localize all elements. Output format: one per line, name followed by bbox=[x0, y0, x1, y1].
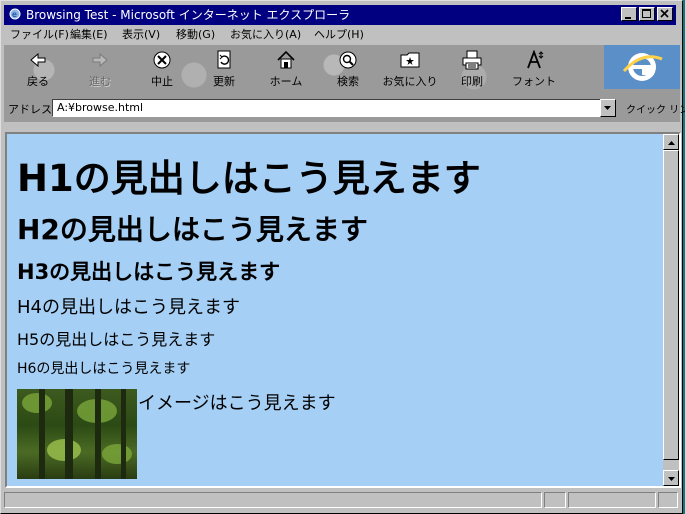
minimize-button[interactable] bbox=[621, 7, 637, 21]
print-button[interactable]: 印刷 bbox=[444, 48, 500, 94]
menu-view[interactable]: 表示(V) bbox=[122, 26, 160, 44]
home-button[interactable]: ホーム bbox=[258, 48, 314, 94]
scroll-down-icon bbox=[668, 477, 675, 481]
forward-arrow-icon bbox=[92, 52, 108, 68]
print-icon bbox=[462, 50, 482, 70]
page-content: H1の見出しはこう見えます H2の見出しはこう見えます H3の見出しはこう見えま… bbox=[7, 134, 661, 486]
svg-text:e: e bbox=[12, 10, 17, 19]
forward-label: 進む bbox=[89, 75, 111, 88]
home-icon bbox=[277, 50, 295, 69]
heading-h2: H2の見出しはこう見えます bbox=[17, 213, 368, 246]
search-label: 検索 bbox=[337, 75, 359, 88]
ie-app-icon: e bbox=[9, 8, 21, 20]
window-title: Browsing Test - Microsoft インターネット エクスプロー… bbox=[26, 8, 351, 22]
vertical-scrollbar[interactable] bbox=[663, 134, 679, 486]
heading-h6: H6の見出しはこう見えます bbox=[17, 361, 191, 377]
status-bar bbox=[4, 490, 680, 510]
close-button[interactable] bbox=[657, 7, 673, 21]
image-caption: イメージはこう見えます bbox=[138, 393, 336, 414]
maximize-icon bbox=[642, 9, 651, 18]
address-input[interactable]: A:¥browse.html bbox=[52, 99, 616, 117]
address-label: アドレス bbox=[8, 103, 52, 116]
scroll-up-icon bbox=[668, 141, 675, 145]
ie-logo[interactable] bbox=[604, 45, 680, 89]
favorites-button[interactable]: お気に入り bbox=[382, 48, 438, 94]
status-text-panel bbox=[4, 492, 542, 508]
menu-go[interactable]: 移動(G) bbox=[176, 26, 215, 44]
print-label: 印刷 bbox=[461, 75, 483, 88]
address-dropdown-button[interactable] bbox=[600, 99, 616, 117]
heading-h3: H3の見出しはこう見えます bbox=[17, 260, 281, 284]
back-arrow-icon bbox=[30, 52, 46, 68]
menu-favorites[interactable]: お気に入り(A) bbox=[230, 26, 301, 44]
favorites-label: お気に入り bbox=[382, 75, 438, 88]
address-bar: アドレス A:¥browse.html クイック リンク bbox=[4, 96, 685, 122]
font-button[interactable]: フォント bbox=[506, 48, 562, 94]
scroll-thumb[interactable] bbox=[663, 150, 679, 460]
menu-file[interactable]: ファイル(F) bbox=[10, 26, 69, 44]
refresh-label: 更新 bbox=[213, 75, 235, 88]
status-panel-4 bbox=[658, 492, 678, 508]
menu-edit[interactable]: 編集(E) bbox=[70, 26, 108, 44]
forward-button[interactable]: 進む bbox=[72, 48, 128, 94]
heading-h5: H5の見出しはこう見えます bbox=[17, 330, 216, 349]
home-label: ホーム bbox=[269, 75, 303, 88]
quick-links-button[interactable]: クイック リンク bbox=[626, 101, 685, 116]
search-icon bbox=[339, 51, 357, 69]
back-button[interactable]: 戻る bbox=[10, 48, 66, 94]
address-value: A:¥browse.html bbox=[57, 101, 144, 114]
status-panel-3 bbox=[568, 492, 656, 508]
refresh-icon bbox=[217, 50, 231, 69]
heading-h1: H1の見出しはこう見えます bbox=[17, 157, 481, 200]
close-icon bbox=[660, 9, 669, 18]
menu-bar: ファイル(F) 編集(E) 表示(V) 移動(G) お気に入り(A) ヘルプ(H… bbox=[4, 26, 676, 44]
favorites-icon bbox=[400, 52, 420, 68]
font-icon bbox=[527, 50, 544, 69]
scroll-down-button[interactable] bbox=[663, 470, 679, 486]
heading-h4: H4の見出しはこう見えます bbox=[17, 297, 240, 318]
stop-icon bbox=[153, 51, 171, 69]
maximize-button[interactable] bbox=[639, 7, 655, 21]
content-viewport: H1の見出しはこう見えます H2の見出しはこう見えます H3の見出しはこう見えま… bbox=[5, 132, 681, 488]
title-bar[interactable]: e Browsing Test - Microsoft インターネット エクスプ… bbox=[4, 5, 676, 25]
status-panel-2 bbox=[544, 492, 566, 508]
forest-image bbox=[17, 389, 137, 479]
search-button[interactable]: 検索 bbox=[320, 48, 376, 94]
minimize-icon bbox=[625, 17, 631, 19]
ie-logo-icon bbox=[622, 53, 663, 81]
scroll-up-button[interactable] bbox=[663, 134, 679, 150]
chevron-down-icon bbox=[604, 106, 611, 110]
stop-button[interactable]: 中止 bbox=[134, 48, 190, 94]
font-label: フォント bbox=[512, 75, 556, 88]
menu-help[interactable]: ヘルプ(H) bbox=[314, 26, 364, 44]
toolbar: 戻る 進む 中止 更新 ホーム 検索 お気に入り 印刷 フォント bbox=[4, 45, 680, 99]
stop-label: 中止 bbox=[151, 75, 173, 88]
browser-window: e Browsing Test - Microsoft インターネット エクスプ… bbox=[0, 0, 685, 514]
refresh-button[interactable]: 更新 bbox=[196, 48, 252, 94]
back-label: 戻る bbox=[27, 75, 49, 88]
